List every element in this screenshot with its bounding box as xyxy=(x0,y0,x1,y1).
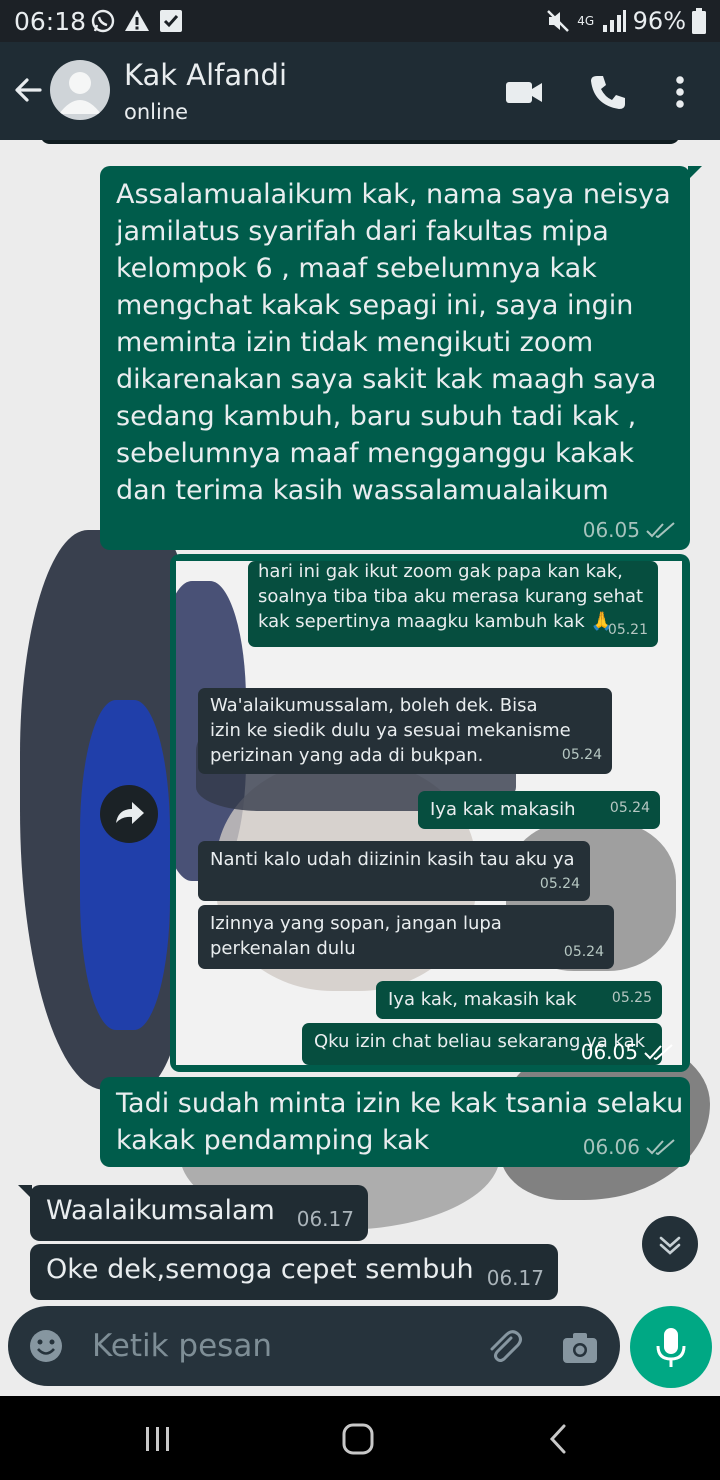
attach-icon[interactable] xyxy=(484,1328,524,1368)
warning-icon xyxy=(125,10,149,31)
message-bubble-outgoing[interactable]: Assalamualaikum kak, nama saya neisya ja… xyxy=(100,166,702,550)
image-message-incoming: Wa'alaikumussalam, boleh dek. Bisa izin … xyxy=(198,688,612,774)
mic-icon xyxy=(656,1328,686,1367)
image-message-time: 05.24 xyxy=(609,800,650,816)
default-avatar-icon xyxy=(59,72,101,114)
image-message-time: 05.24 xyxy=(563,944,604,960)
message-text: Assalamualaikum kak, nama saya neisya ja… xyxy=(116,179,671,506)
bubble-tail xyxy=(18,1185,32,1199)
image-message-outgoing: Iya kak makasih 05.24 xyxy=(418,791,660,829)
camera-icon[interactable] xyxy=(560,1328,600,1368)
home-icon[interactable] xyxy=(340,1422,376,1456)
image-message-text: Iya kak makasih xyxy=(430,799,576,820)
image-message-incoming: Nanti kalo udah diizinin kasih tau aku y… xyxy=(198,841,590,901)
whatsapp-icon xyxy=(91,9,115,33)
image-message-time: 05.21 xyxy=(607,622,648,638)
message-input[interactable]: Ketik pesan xyxy=(92,1328,272,1364)
battery-percent: 96% xyxy=(632,7,686,35)
image-message-time: 05.24 xyxy=(561,747,602,763)
recent-apps-icon[interactable] xyxy=(140,1424,176,1454)
emoji-icon[interactable] xyxy=(28,1328,64,1364)
image-message[interactable]: hari ini gak ikut zoom gak papa kan kak,… xyxy=(170,554,690,1072)
mic-button[interactable] xyxy=(630,1306,712,1388)
back-arrow-icon[interactable] xyxy=(12,74,44,106)
signal-icon xyxy=(602,10,626,32)
double-check-icon xyxy=(646,522,675,538)
image-message-text: Nanti kalo udah diizinin kasih tau aku y… xyxy=(210,849,575,870)
system-nav-bar xyxy=(0,1396,720,1480)
chat-area[interactable]: Assalamualaikum kak, nama saya neisya ja… xyxy=(0,140,720,1396)
network-type: 4G xyxy=(577,14,595,28)
message-meta: 06.06 xyxy=(583,1135,676,1159)
previous-message-edge xyxy=(40,140,680,144)
battery-icon xyxy=(692,8,706,34)
message-time: 06.17 xyxy=(296,1207,354,1231)
double-check-icon xyxy=(646,1139,675,1155)
message-time: 06.05 xyxy=(580,1040,638,1064)
message-text: Oke dek,semoga cepet sembuh xyxy=(46,1254,474,1285)
video-call-icon[interactable] xyxy=(504,72,544,112)
image-message-time: 05.25 xyxy=(611,990,652,1006)
contact-status: online xyxy=(124,100,189,124)
message-bubble-outgoing[interactable]: Tadi sudah minta izin ke kak tsania sela… xyxy=(100,1077,690,1167)
message-time: 06.17 xyxy=(486,1266,544,1290)
message-bubble-incoming[interactable]: Oke dek,semoga cepet sembuh 06.17 xyxy=(30,1244,558,1300)
status-time: 06:18 xyxy=(14,7,87,36)
more-vert-icon[interactable] xyxy=(660,72,700,112)
screenshot-image[interactable]: hari ini gak ikut zoom gak papa kan kak,… xyxy=(176,561,682,1065)
image-message-text: hari ini gak ikut zoom gak papa kan kak,… xyxy=(258,561,644,632)
message-composer: Ketik pesan xyxy=(8,1306,620,1386)
image-message-time: 05.24 xyxy=(539,876,580,892)
message-meta: 06.05 xyxy=(583,518,676,542)
image-message-text: Iya kak, makasih kak xyxy=(388,989,577,1010)
message-bubble-incoming[interactable]: Waalaikumsalam 06.17 xyxy=(18,1185,368,1241)
message-time: 06.06 xyxy=(582,1135,640,1159)
image-message-incoming: Izinnya yang sopan, jangan lupa perkenal… xyxy=(198,905,614,969)
phone-icon[interactable] xyxy=(588,72,628,112)
status-bar: 06:18 4G 96% xyxy=(0,0,720,42)
message-meta: 06.05 xyxy=(581,1040,674,1064)
message-text: Waalaikumsalam xyxy=(46,1195,275,1226)
mute-icon xyxy=(546,10,569,32)
bubble-tail xyxy=(688,166,702,180)
chat-header: Kak Alfandi online xyxy=(0,42,720,140)
avatar[interactable] xyxy=(50,60,110,120)
download-check-icon xyxy=(160,10,182,32)
back-icon[interactable] xyxy=(544,1422,574,1456)
image-message-text: Wa'alaikumussalam, boleh dek. Bisa izin … xyxy=(210,695,571,766)
image-message-outgoing: hari ini gak ikut zoom gak papa kan kak,… xyxy=(248,561,658,647)
forward-icon xyxy=(116,802,144,824)
image-message-text: Izinnya yang sopan, jangan lupa perkenal… xyxy=(210,913,502,959)
forward-button[interactable] xyxy=(100,785,158,843)
wallpaper-blue-splash xyxy=(80,700,170,1030)
contact-name[interactable]: Kak Alfandi xyxy=(124,58,287,92)
double-chevron-down-icon xyxy=(659,1236,681,1255)
image-message-outgoing: Iya kak, makasih kak 05.25 xyxy=(376,981,662,1019)
scroll-to-bottom-button[interactable] xyxy=(642,1216,698,1272)
double-check-icon xyxy=(644,1044,673,1060)
message-time: 06.05 xyxy=(582,518,640,542)
